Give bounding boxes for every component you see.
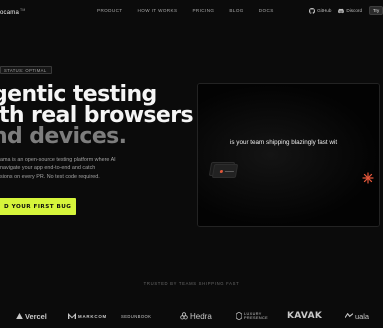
github-icon: [309, 7, 316, 14]
nav-cta-button[interactable]: Try: [369, 6, 383, 15]
asterisk-star-icon: [362, 172, 374, 184]
nav-link-how-it-works[interactable]: HOW IT WORKS: [138, 8, 178, 13]
logo-strip: Vercel MARKCOM SEDUNBOOK Hedra LUXURY PR…: [0, 308, 383, 324]
github-link[interactable]: GitHub: [309, 7, 332, 14]
nav-links: PRODUCT HOW IT WORKS PRICING BLOG DOCS: [97, 8, 274, 13]
trusted-by-label: TRUSTED BY TEAMS SHIPPING FAST: [143, 281, 240, 286]
device-card-front: [211, 164, 239, 178]
nav-link-blog[interactable]: BLOG: [229, 8, 243, 13]
logo-sedunbook: SEDUNBOOK: [121, 308, 151, 324]
logo-uala-text: uala: [355, 311, 369, 321]
logo-kavak: KAVAK: [287, 308, 322, 324]
vercel-triangle-icon: [16, 313, 23, 319]
discord-link[interactable]: Discord: [338, 8, 362, 14]
hero-description: ama is an open-source testing platform w…: [0, 156, 170, 181]
nav-link-pricing[interactable]: PRICING: [192, 8, 214, 13]
device-cards: [208, 162, 239, 178]
headline-line-3: nd devices.: [0, 124, 127, 149]
nav-right: GitHub Discord Try: [309, 6, 383, 15]
logo-luxury-stack: LUXURY PRESENCE: [244, 312, 268, 321]
description-line: navigate your app end-to-end and catch: [0, 165, 96, 172]
description-line: ama is an open-source testing platform w…: [0, 157, 116, 163]
brand-badge: TM: [20, 8, 26, 12]
markcom-m-icon: [68, 313, 76, 319]
description-line: sions on every PR. No test code required…: [0, 173, 100, 180]
panel-background: [198, 84, 379, 226]
card-text-line: [224, 171, 234, 172]
logo-hedra-text: Hedra: [190, 311, 212, 321]
nav-link-docs[interactable]: DOCS: [259, 8, 274, 13]
status-badge: STATUS: OPTIMAL: [0, 66, 52, 74]
brand-name[interactable]: ocama: [0, 10, 19, 16]
top-nav: ocamaTM PRODUCT HOW IT WORKS PRICING BLO…: [0, 0, 383, 22]
logo-luxury-presence: LUXURY PRESENCE: [236, 308, 268, 324]
github-label: GitHub: [317, 8, 332, 13]
logo-hedra: Hedra: [180, 308, 212, 324]
record-dot: [219, 170, 224, 173]
uala-arrow-icon: [345, 313, 353, 318]
logo-vercel-text: Vercel: [25, 311, 47, 321]
logo-sedunbook-text: SEDUNBOOK: [121, 313, 152, 319]
luxury-presence-icon: [236, 312, 242, 320]
discord-icon: [338, 8, 345, 13]
logo-kavak-text: KAVAK: [287, 311, 323, 321]
discord-label: Discord: [346, 8, 362, 13]
logo-uala: uala: [345, 308, 369, 324]
hedra-icon: [180, 312, 188, 320]
brand-logo[interactable]: ocamaTM: [0, 8, 25, 16]
nav-link-product[interactable]: PRODUCT: [97, 8, 123, 13]
logo-markcom: MARKCOM: [68, 308, 107, 324]
typing-text: is your team shipping blazingly fast wit: [230, 139, 338, 146]
demo-panel: is your team shipping blazingly fast wit: [197, 83, 380, 227]
logo-presence-text: PRESENCE: [244, 316, 269, 320]
find-first-bug-button[interactable]: D YOUR FIRST BUG: [0, 198, 76, 215]
logo-vercel: Vercel: [16, 308, 47, 324]
logo-markcom-text: MARKCOM: [78, 313, 108, 319]
